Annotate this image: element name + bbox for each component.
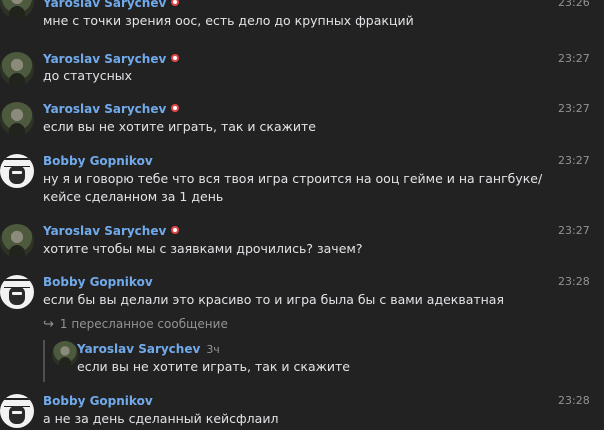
message-author[interactable]: Yaroslav Sarychev xyxy=(43,102,180,116)
yaroslav-avatar[interactable] xyxy=(0,224,34,258)
message-time: 23:27 xyxy=(558,102,590,115)
bobby-avatar[interactable] xyxy=(0,154,34,188)
message-time: 23:28 xyxy=(558,275,590,288)
forwarded-message: Yaroslav Sarychev 3ч если вы не хотите иг… xyxy=(43,340,583,382)
yaroslav-avatar[interactable] xyxy=(0,102,34,136)
message-text: мне с точки зрения оос, есть дело до кру… xyxy=(43,13,414,28)
spartak-badge-icon xyxy=(171,0,180,6)
message-author[interactable]: Bobby Gopnikov xyxy=(43,275,153,289)
spartak-badge-icon xyxy=(171,54,180,62)
message-author[interactable]: Yaroslav Sarychev xyxy=(43,0,180,10)
yaroslav-avatar[interactable] xyxy=(0,52,34,86)
message-text: если вы не хотите играть, так и скажите xyxy=(43,119,316,134)
message-author[interactable]: Bobby Gopnikov xyxy=(43,154,153,168)
message-author[interactable]: Bobby Gopnikov xyxy=(43,394,153,408)
bobby-avatar[interactable] xyxy=(0,275,34,309)
message-text: ну я и говорю тебе что вся твоя игра стр… xyxy=(43,171,543,204)
forwarded-messages-link[interactable]: ↪ 1 пересланное сообщение xyxy=(43,317,228,332)
message-text: если бы вы делали это красиво то и игра … xyxy=(43,292,504,307)
bobby-avatar[interactable] xyxy=(0,394,34,428)
spartak-badge-icon xyxy=(171,104,180,112)
forwarded-text: если вы не хотите играть, так и скажите xyxy=(77,359,350,374)
message-text: а не за день сделанный кейсфлаил xyxy=(43,411,279,426)
forward-arrow-icon: ↪ xyxy=(43,317,54,332)
yaroslav-avatar[interactable] xyxy=(52,341,78,367)
message-time: 23:27 xyxy=(558,224,590,237)
message-time: 23:27 xyxy=(558,52,590,65)
forward-quote-bar xyxy=(43,340,45,382)
message-text: до статусных xyxy=(43,68,133,83)
forwarded-author[interactable]: Yaroslav Sarychev 3ч xyxy=(77,342,220,356)
forwarded-time: 3ч xyxy=(206,343,220,356)
message-time: 23:28 xyxy=(558,394,590,407)
message-author[interactable]: Yaroslav Sarychev xyxy=(43,52,180,66)
message-time: 23:27 xyxy=(558,154,590,167)
yaroslav-avatar[interactable] xyxy=(0,0,34,19)
spartak-badge-icon xyxy=(171,226,180,234)
message-author[interactable]: Yaroslav Sarychev xyxy=(43,224,180,238)
message-text: хотите чтобы мы с заявками дрочились? за… xyxy=(43,241,363,256)
message-time: 23:26 xyxy=(558,0,590,9)
